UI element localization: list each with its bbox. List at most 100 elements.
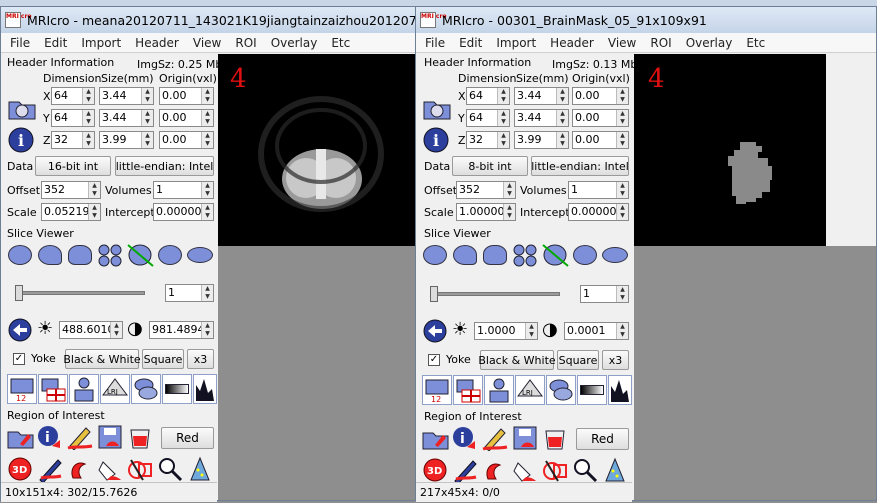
lasso-icon[interactable]: [480, 455, 510, 485]
x3-button[interactable]: x3: [602, 350, 629, 370]
cone-icon[interactable]: [185, 454, 215, 484]
origin-x-input[interactable]: 0.00 ▲ ▼: [572, 87, 629, 105]
sagittal-brain-icon[interactable]: [35, 240, 65, 270]
gradient-icon[interactable]: [162, 374, 192, 404]
roi-save-icon[interactable]: [95, 422, 125, 452]
mask-image-view[interactable]: 4: [634, 54, 826, 246]
person-icon[interactable]: [484, 375, 514, 405]
dim-x-input[interactable]: 64 ▲ ▼: [51, 87, 95, 105]
origin-y-input[interactable]: 0.00 ▲ ▼: [572, 109, 629, 127]
stack-icon[interactable]: [131, 374, 161, 404]
square-button[interactable]: Square: [557, 350, 599, 370]
histogram-icon[interactable]: [608, 375, 632, 405]
pen-icon[interactable]: [65, 422, 95, 452]
brain-top-icon[interactable]: [155, 240, 185, 270]
coronal-brain-icon[interactable]: [65, 240, 95, 270]
render-3d-icon[interactable]: 3D: [420, 455, 450, 485]
draw-icon[interactable]: [35, 454, 65, 484]
origin-y-input[interactable]: 0.00 ▲ ▼: [159, 109, 214, 127]
size-z-input[interactable]: 3.99 ▲ ▼: [99, 131, 154, 149]
contrast-max-input[interactable]: 0.0001 ▲ ▼: [564, 322, 629, 340]
roi-open-icon[interactable]: [420, 423, 450, 453]
gradient-icon[interactable]: [577, 375, 607, 405]
slice-icon[interactable]: 12: [7, 374, 37, 404]
black-white-button[interactable]: Black & White: [478, 350, 556, 370]
roi-clear-icon[interactable]: [540, 423, 570, 453]
menu-etc[interactable]: Etc: [739, 36, 772, 50]
yoke-checkbox[interactable]: ✓: [428, 354, 440, 366]
dim-y-input[interactable]: 64 ▲ ▼: [466, 109, 510, 127]
brain-side-icon[interactable]: [600, 240, 630, 270]
menu-overlay[interactable]: Overlay: [264, 36, 325, 50]
roi-clear-icon[interactable]: [125, 422, 155, 452]
flag-icon[interactable]: [453, 375, 483, 405]
menu-file[interactable]: File: [418, 36, 452, 50]
menu-roi[interactable]: ROI: [228, 36, 263, 50]
brain-image-view[interactable]: 4: [218, 54, 420, 246]
line-icon[interactable]: [540, 240, 570, 270]
title-bar[interactable]: MRI cro MRIcro - meana20120711_143021K19…: [1, 7, 420, 33]
offset-input[interactable]: 352 ▲ ▼: [41, 181, 101, 199]
origin-z-input[interactable]: 0.00 ▲ ▼: [159, 131, 214, 149]
info-icon[interactable]: i: [422, 126, 452, 156]
scale-input[interactable]: 1.000000▲▼: [456, 203, 516, 221]
fill-icon[interactable]: [95, 454, 125, 484]
contrast-min-input[interactable]: 1.0000 ▲ ▼: [474, 322, 538, 340]
origin-z-input[interactable]: 0.00 ▲ ▼: [572, 131, 629, 149]
brain-side-icon[interactable]: [185, 240, 215, 270]
info-icon[interactable]: i: [7, 126, 37, 156]
dim-z-input[interactable]: 32 ▲ ▼: [51, 131, 95, 149]
roi-color-button[interactable]: Red: [576, 428, 629, 450]
menu-roi[interactable]: ROI: [643, 36, 678, 50]
axial-brain-icon[interactable]: [420, 240, 450, 270]
x3-button[interactable]: x3: [187, 349, 214, 369]
slice-input[interactable]: 1 ▲ ▼: [580, 285, 629, 303]
brain-top-icon[interactable]: [570, 240, 600, 270]
origin-x-input[interactable]: 0.00 ▲ ▼: [159, 87, 214, 105]
dim-y-input[interactable]: 64 ▲ ▼: [51, 109, 95, 127]
back-arrow-icon[interactable]: [420, 316, 450, 346]
cone-icon[interactable]: [600, 455, 630, 485]
size-x-input[interactable]: 3.44 ▲ ▼: [514, 87, 569, 105]
volumes-input[interactable]: 1 ▲ ▼: [568, 181, 629, 199]
square-button[interactable]: Square: [142, 349, 184, 369]
slice-slider-thumb[interactable]: [15, 285, 23, 301]
size-x-input[interactable]: 3.44 ▲ ▼: [99, 87, 154, 105]
menu-file[interactable]: File: [3, 36, 37, 50]
flag-icon[interactable]: [38, 374, 68, 404]
title-bar[interactable]: MRI cro MRIcro - 00301_BrainMask_05_91x1…: [416, 7, 876, 33]
zoom-icon[interactable]: [570, 455, 600, 485]
menu-header[interactable]: Header: [128, 36, 186, 50]
slice-slider[interactable]: [15, 291, 145, 295]
menu-edit[interactable]: Edit: [37, 36, 74, 50]
intercept-input[interactable]: 0.000000▲▼: [153, 203, 214, 221]
open-brain-icon[interactable]: [422, 94, 452, 124]
dim-z-input[interactable]: 32 ▲ ▼: [466, 131, 510, 149]
histogram-icon[interactable]: [193, 374, 217, 404]
multislice-icon[interactable]: [95, 240, 125, 270]
intercept-input[interactable]: 0.000000▲▼: [568, 203, 629, 221]
stack-icon[interactable]: [546, 375, 576, 405]
slice-icon[interactable]: 12: [422, 375, 452, 405]
volumes-input[interactable]: 1 ▲ ▼: [153, 181, 214, 199]
endian-button[interactable]: little-endian: Intel: [115, 156, 214, 176]
draw-icon[interactable]: [450, 455, 480, 485]
menu-etc[interactable]: Etc: [324, 36, 357, 50]
menu-import[interactable]: Import: [489, 36, 543, 50]
menu-view[interactable]: View: [601, 36, 643, 50]
lrrj-icon[interactable]: LRJ: [515, 375, 545, 405]
multislice-icon[interactable]: [510, 240, 540, 270]
magic-icon[interactable]: [540, 455, 570, 485]
line-icon[interactable]: [125, 240, 155, 270]
size-y-input[interactable]: 3.44 ▲ ▼: [99, 109, 154, 127]
size-z-input[interactable]: 3.99 ▲ ▼: [514, 131, 569, 149]
zoom-icon[interactable]: [155, 454, 185, 484]
slice-slider[interactable]: [430, 292, 560, 296]
sagittal-brain-icon[interactable]: [450, 240, 480, 270]
data-type-button[interactable]: 8-bit int: [452, 156, 528, 176]
axial-brain-icon[interactable]: [5, 240, 35, 270]
lrrj-icon[interactable]: LRJ: [100, 374, 130, 404]
contrast-min-input[interactable]: 488.6010 ▲ ▼: [59, 321, 123, 339]
pen-icon[interactable]: [480, 423, 510, 453]
yoke-checkbox[interactable]: ✓: [13, 353, 25, 365]
